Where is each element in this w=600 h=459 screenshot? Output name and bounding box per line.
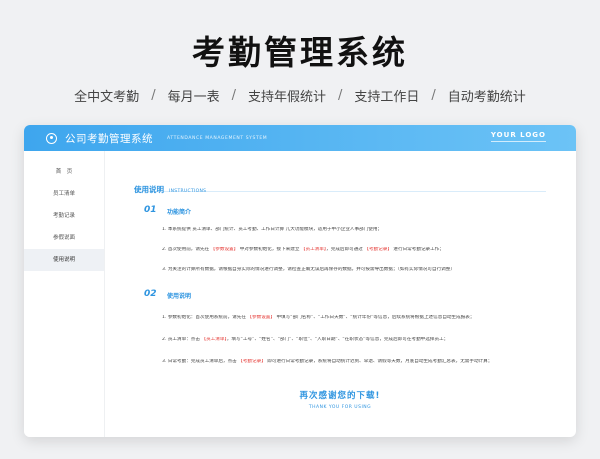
content-heading-title: 使用说明 <box>134 185 164 194</box>
feature-item: 全中文考勤 <box>74 90 140 105</box>
feature-separator: / <box>231 88 236 103</box>
thanks-message: 再次感谢您的下载! <box>299 391 381 401</box>
feature-separator: / <box>431 88 436 103</box>
feature-separator: / <box>151 88 156 103</box>
feature-item: 支持年假统计 <box>247 90 326 105</box>
highlight-keyword: 【考勤记录】 <box>364 247 392 252</box>
section-number: 02 <box>144 289 157 299</box>
highlight-keyword: 【员工清单】 <box>300 247 327 252</box>
sidebar-item-home[interactable]: 首 页 <box>24 161 104 183</box>
section-title: 使用说明 <box>167 293 192 300</box>
app-window: 公司考勤管理系统 ATTENDANCE MANAGEMENT SYSTEM YO… <box>24 125 576 437</box>
text-fragment: 2. 首次使用前，请先在 <box>162 247 211 252</box>
main-content: 使用说明 INSTRUCTIONS 01 功能简介 1. 本系统提供 员工清单、部… <box>114 161 566 437</box>
instruction-text: 3. 为关注的计算所有数据，请根据自身实际的情况进行调整，请检查正确无误后再保存… <box>162 267 455 272</box>
text-fragment: 中对参数初始化，接下来建立 <box>238 247 301 252</box>
sidebar-item-instructions[interactable]: 使用说明 <box>24 249 104 271</box>
instruction-text: 2. 员工清单：点击 【员工清单】，填写“工号”、“姓名”、“部门”、“职位”、… <box>162 337 542 343</box>
sidebar: 首 页 员工清单 考勤记录 参假说面 使用说明 <box>24 151 105 437</box>
thanks-message-en: THANK YOU FOR USING <box>308 405 372 410</box>
text-fragment: ，填写“工号”、“姓名”、“部门”、“职位”、“入职日期”、“在职状态”等信息，… <box>226 337 449 342</box>
sidebar-item-attendance[interactable]: 考勤记录 <box>24 205 104 227</box>
text-fragment: 3. 日常考勤：完成员工清单后，点击 <box>162 359 239 364</box>
section-number: 01 <box>144 205 157 215</box>
highlight-keyword: 【参数设置】 <box>247 315 275 320</box>
feature-item: 自动考勤统计 <box>447 90 526 105</box>
app-header: 公司考勤管理系统 ATTENDANCE MANAGEMENT SYSTEM YO… <box>24 125 576 151</box>
highlight-keyword: 【参数设置】 <box>210 247 239 252</box>
instruction-text: 1. 参数初始化：首次使用系统前，请先在 【参数设置】 中填写“部门名称”、“工… <box>162 315 542 321</box>
page-title: 考勤管理系统 <box>192 33 408 72</box>
feature-item: 支持工作日 <box>354 90 420 105</box>
instruction-text: 2. 首次使用前，请先在 【参数设置】 中对参数初始化，接下来建立 【员工清单】… <box>162 247 542 253</box>
brand-logo: YOUR LOGO <box>491 131 546 142</box>
highlight-keyword: 【考勤记录】 <box>238 359 266 364</box>
instruction-text: 1. 本系统提供 员工清单、部门统计、员工考勤、工作日计算 几大功能模块，适用于… <box>162 227 383 232</box>
sidebar-item-settings[interactable]: 参假说面 <box>24 227 104 249</box>
text-fragment: 2. 员工清单：点击 <box>162 337 202 342</box>
highlight-keyword: 【员工清单】 <box>201 337 227 342</box>
app-subtitle: ATTENDANCE MANAGEMENT SYSTEM <box>167 135 268 141</box>
text-fragment: 进行日常考勤记录工作； <box>391 247 444 252</box>
text-fragment: 1. 参数初始化：首次使用系统前，请先在 <box>162 315 248 320</box>
instruction-text: 3. 日常考勤：完成员工清单后，点击 【考勤记录】 即可进行日常考勤记录，系统将… <box>162 359 542 365</box>
section-title: 功能简介 <box>167 209 192 216</box>
app-title: 公司考勤管理系统 <box>65 132 153 145</box>
content-heading-en: INSTRUCTIONS <box>169 189 207 194</box>
feature-item: 每月一表 <box>167 90 220 105</box>
text-fragment: 中填写“部门名称”、“工作日天数”、“统计年份”等信息，后续系统将根据上述信息自… <box>274 315 475 320</box>
feature-separator: / <box>338 88 343 103</box>
sidebar-item-employees[interactable]: 员工清单 <box>24 183 104 205</box>
text-fragment: 即可进行日常考勤记录，系统将自动统计迟到、早退、请假等天数，月底自动生成考勤汇总… <box>265 359 493 364</box>
content-heading: 使用说明 INSTRUCTIONS <box>134 177 546 194</box>
text-fragment: ，完成后即可通过 <box>326 247 365 252</box>
clock-icon <box>46 132 57 144</box>
feature-list: 全中文考勤 / 每月一表 / 支持年假统计 / 支持工作日 / 自动考勤统计 <box>0 86 600 105</box>
